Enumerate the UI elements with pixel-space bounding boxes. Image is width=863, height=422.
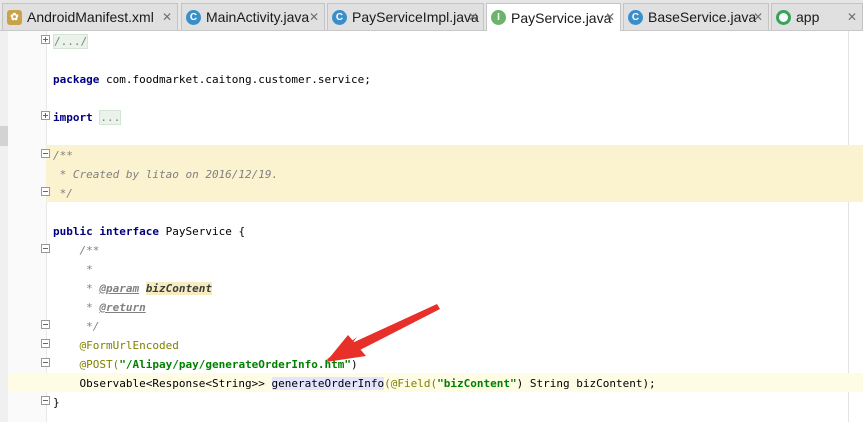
arrow-shaft — [350, 304, 440, 352]
red-arrow-annotation — [326, 304, 440, 362]
